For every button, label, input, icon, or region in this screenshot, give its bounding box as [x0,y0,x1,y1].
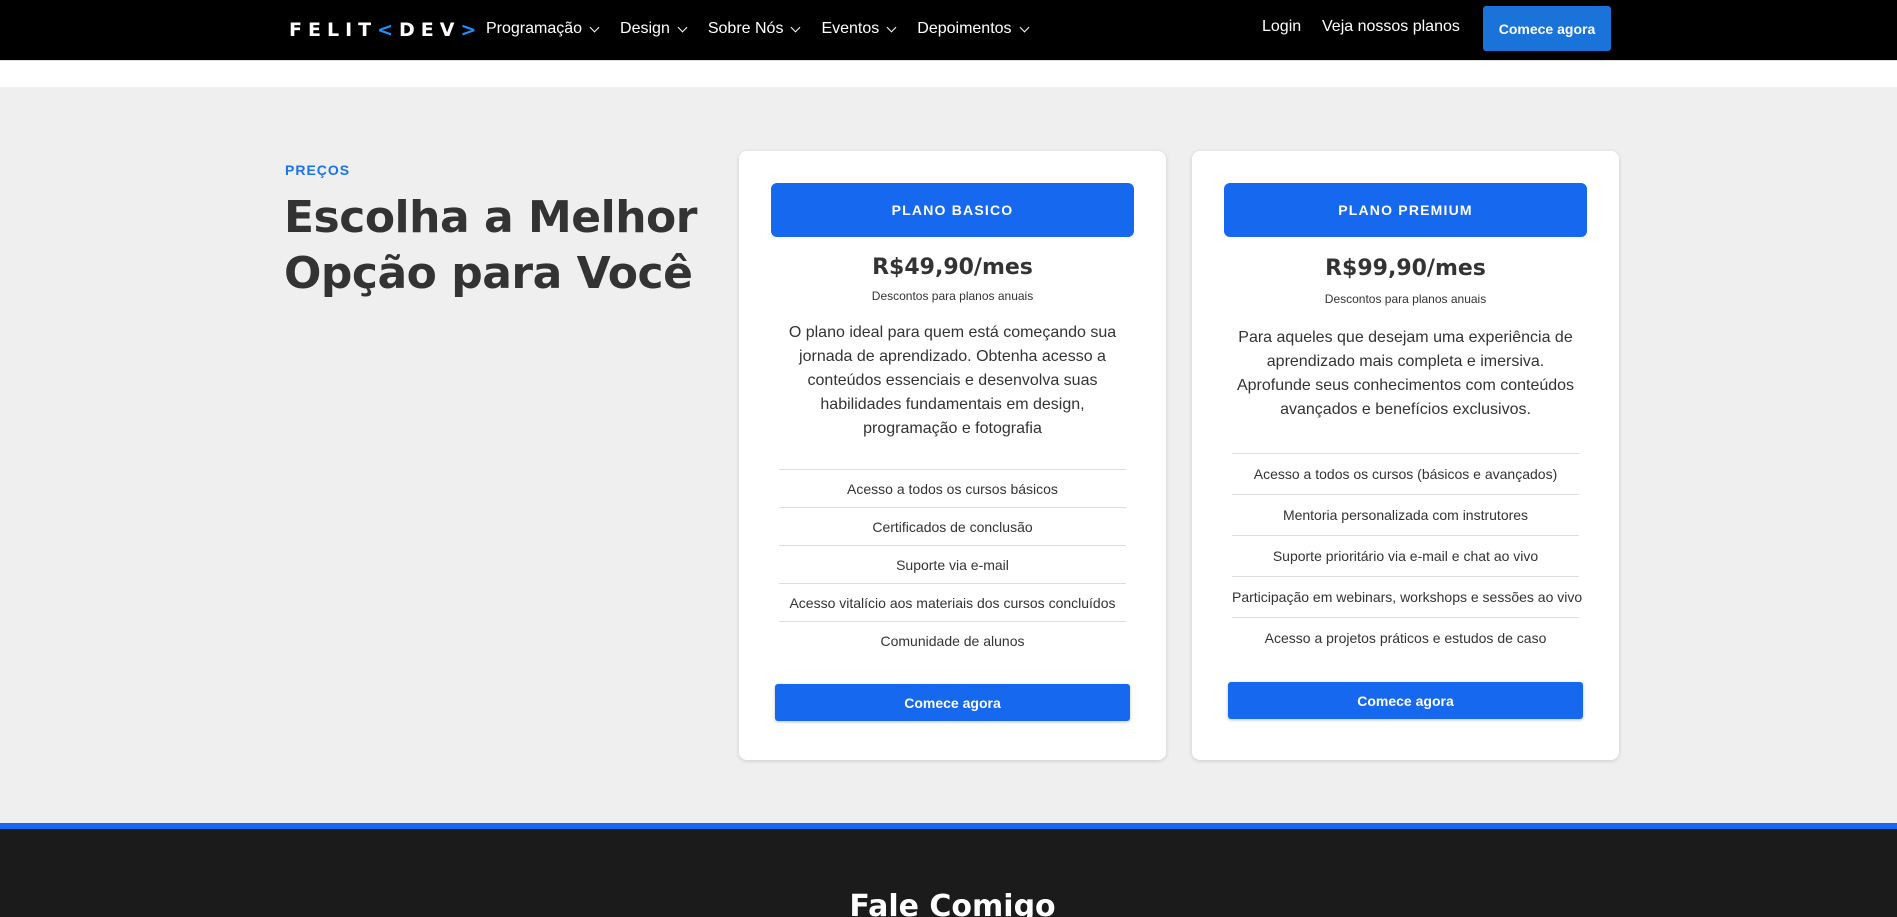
chevron-down-icon [886,22,897,32]
contact-section: Fale Comigo [0,823,1897,917]
contact-title: Fale Comigo [849,889,1056,917]
menu-item-sobre-nos[interactable]: Sobre Nós [707,20,801,38]
chevron-down-icon [791,22,801,32]
menu-item-label: Programação [486,20,583,37]
menu-item-eventos[interactable]: Eventos [821,20,897,38]
plan-feature: Acesso a todos os cursos básicos [779,469,1126,507]
plan-card-premium: PLANO PREMIUM R$99,90/mes Descontos para… [1192,151,1619,760]
chevron-down-icon [1019,22,1029,32]
menu-item-design[interactable]: Design [620,20,688,38]
main-menu: Programação Design Sobre Nós Eventos Dep… [486,16,1050,42]
plan-feature: Participação em webinars, workshops e se… [1232,576,1582,617]
menu-item-label: Sobre Nós [707,20,784,37]
plan-description: Para aqueles que desejam uma experiência… [1236,329,1575,418]
section-heading: Escolha a Melhor Opção para Você [284,192,697,299]
logo-bracket-close: > [460,19,483,41]
plan-name-button[interactable]: PLANO PREMIUM [1224,183,1587,237]
section-eyebrow: PREÇOS [285,162,351,178]
menu-item-programacao[interactable]: Programação [486,20,600,38]
plan-name-button[interactable]: PLANO BASICO [771,183,1134,237]
plan-feature: Comunidade de alunos [779,621,1126,659]
plan-feature: Acesso a projetos práticos e estudos de … [1232,617,1579,658]
chevron-down-icon [677,22,688,32]
plan-features: Acesso a todos os cursos básicos Certifi… [779,469,1126,659]
menu-item-label: Design [620,20,670,37]
plan-feature: Suporte prioritário via e-mail e chat ao… [1232,535,1579,576]
menu-item-label: Eventos [821,20,880,37]
navbar: FELIT < DEV > Programação Design Sobre N… [0,0,1897,60]
plan-feature: Acesso vitalício aos materiais dos curso… [779,583,1126,621]
white-strip [0,60,1897,87]
plan-price: R$99,90/mes [1325,256,1486,281]
chevron-down-icon [589,22,600,32]
plans-link[interactable]: Veja nossos planos [1322,18,1460,36]
start-now-button[interactable]: Comece agora [1483,6,1611,51]
menu-item-depoimentos[interactable]: Depoimentos [917,20,1029,38]
logo[interactable]: FELIT < DEV > [289,18,482,42]
plan-feature: Mentoria personalizada com instrutores [1232,494,1579,535]
logo-text-felit: FELIT [289,19,378,41]
menu-item-label: Depoimentos [917,20,1012,37]
plan-feature: Acesso a todos os cursos (básicos e avan… [1232,453,1579,494]
pricing-section: PREÇOS Escolha a Melhor Opção para Você … [0,87,1897,824]
plan-discount: Descontos para planos anuais [871,289,1034,303]
plan-feature: Certificados de conclusão [779,507,1126,545]
start-now-button[interactable]: Comece agora [1228,682,1583,719]
plan-description: O plano ideal para quem está começando s… [788,324,1117,437]
start-now-button[interactable]: Comece agora [775,684,1130,721]
plan-feature: Suporte via e-mail [779,545,1126,583]
plan-card-basic: PLANO BASICO R$49,90/mes Descontos para … [739,151,1166,760]
login-link[interactable]: Login [1262,18,1301,36]
plan-discount: Descontos para planos anuais [1324,292,1487,306]
plan-price: R$49,90/mes [872,255,1033,280]
plan-features: Acesso a todos os cursos (básicos e avan… [1232,453,1582,658]
logo-text-dev: DEV [399,19,461,41]
logo-bracket-open: < [377,19,400,41]
